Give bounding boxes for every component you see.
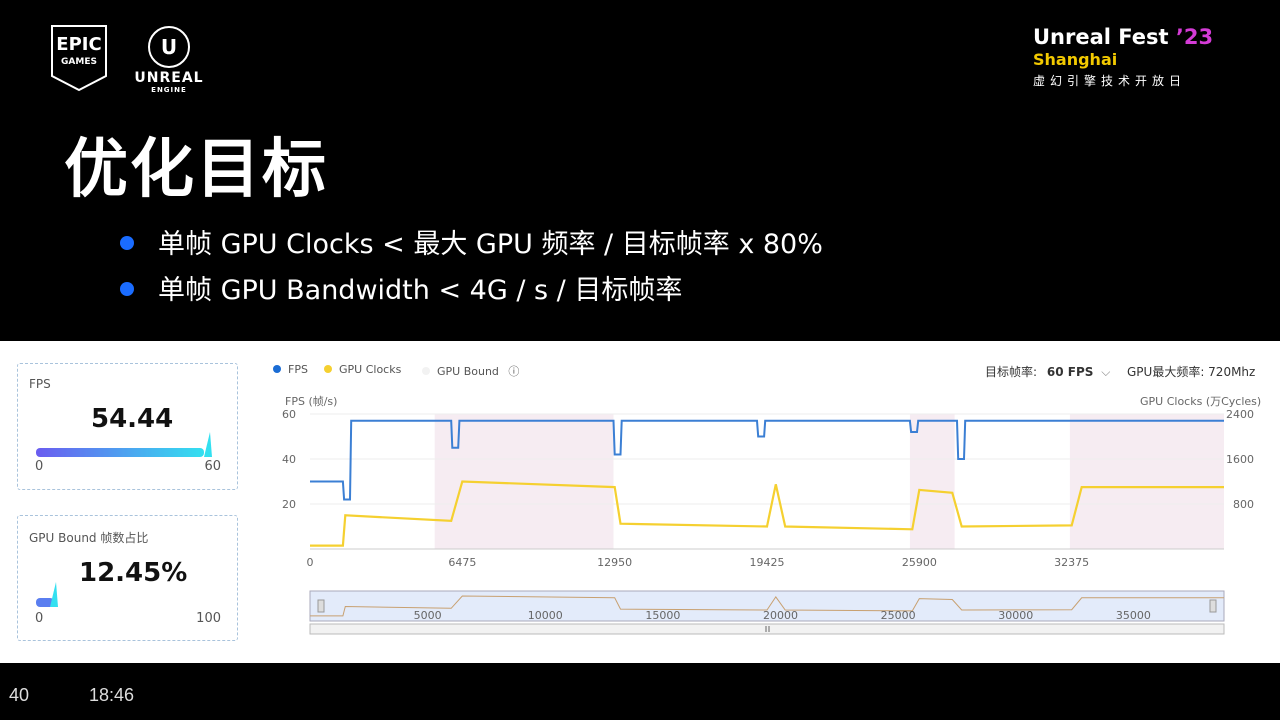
gpu-bound-band [1069,414,1224,549]
overview-tick-label: 10000 [528,609,563,622]
unreal-engine-logo: U UNREAL ENGINE [128,26,210,94]
legend-label: FPS [288,363,308,376]
event-city: Shanghai [1033,50,1118,69]
profiler-panel: FPS 54.44 0 60 GPU Bound 帧数占比 12.45% 0 1… [0,341,1280,663]
fps-max: 60 [204,459,221,474]
y-left-tick-label: 40 [282,453,296,466]
epic-logo-text: EPIC [56,34,102,55]
chevron-down-icon: ⌵ [1101,365,1111,379]
legend-label: GPU Clocks [339,363,402,376]
slide-title: 优化目标 [64,133,328,207]
fps-card-label: FPS [29,377,51,391]
bullet-item: 单帧 GPU Bandwidth < 4G / s / 目标帧率 [120,268,682,307]
y-left-tick-label: 60 [282,408,296,421]
legend-fps[interactable]: FPS [273,363,308,376]
event-badge: Unreal Fest ’23 Shanghai 虚幻引擎技术开放日 [1033,24,1213,92]
range-handle-left[interactable] [317,599,325,613]
unreal-logo-subtext: ENGINE [151,86,187,94]
legend-gpu-clocks[interactable]: GPU Clocks [324,363,401,376]
x-tick-label: 0 [307,556,314,569]
gpu-bound-max: 100 [196,611,221,626]
timeline-chart[interactable]: 60 40 20 2400 1600 800 0 6475 12950 19425 25900 323… [270,401,1270,641]
overview-tick-label: 20000 [763,609,798,622]
event-subtitle: 虚幻引擎技术开放日 [1033,74,1187,88]
horizontal-scrollbar[interactable] [309,623,1225,635]
legend-label: GPU Bound [437,365,499,378]
fps-legend-dot-icon [273,365,281,373]
x-tick-label: 19425 [750,556,785,569]
unreal-logo-text: UNREAL [134,70,204,86]
overview-tick-label: 5000 [414,609,442,622]
target-fps-label: 目标帧率: [985,365,1038,379]
bullet-dot-icon [120,235,134,250]
y-right-tick-label: 2400 [1226,408,1254,421]
y-left-tick-label: 20 [282,498,296,511]
unreal-u-icon: U [148,26,190,68]
bullet-text: 单帧 GPU Clocks < 最大 GPU 频率 / 目标帧率 x 80% [158,229,823,260]
fps-min: 0 [35,459,44,474]
gpu-bound-band [909,414,955,549]
event-name: Unreal Fest [1033,25,1169,49]
epic-games-logo: EPIC GAMES [50,24,108,92]
y-right-tick-label: 1600 [1226,453,1254,466]
epic-logo-subtext: GAMES [61,57,97,67]
gpu-max-frequency: GPU最大频率: 720Mhz [1127,365,1256,379]
gpu-bound-gauge [36,582,58,607]
fps-card: FPS 54.44 0 60 [17,363,238,490]
overview-tick-label: 25000 [881,609,916,622]
x-tick-label: 32375 [1054,556,1089,569]
overview-tick-label: 30000 [998,609,1033,622]
x-tick-label: 12950 [597,556,632,569]
target-fps-value: 60 FPS [1046,365,1094,379]
info-icon[interactable]: ⓘ [508,365,519,378]
fps-gauge [36,432,212,457]
y-right-tick-label: 800 [1233,498,1254,511]
legend-gpu-bound[interactable]: GPU Bound ⓘ [422,363,519,379]
gpu-bound-card: GPU Bound 帧数占比 12.45% 0 100 [17,515,238,641]
overview-tick-label: 15000 [645,609,680,622]
overview-tick-label: 35000 [1116,609,1151,622]
bullet-item: 单帧 GPU Clocks < 最大 GPU 频率 / 目标帧率 x 80% [120,222,823,261]
bullet-text: 单帧 GPU Bandwidth < 4G / s / 目标帧率 [158,275,683,306]
event-year: ’23 [1175,25,1214,49]
range-handle-right[interactable] [1209,599,1217,613]
gpu-bound-min: 0 [35,611,44,626]
gpu-bound-card-label: GPU Bound 帧数占比 [29,531,149,545]
x-tick-label: 6475 [448,556,476,569]
x-tick-label: 25900 [902,556,937,569]
time-display: 18:46 [89,685,135,705]
bullet-dot-icon [120,281,134,296]
page-number: 40 [9,685,30,705]
target-fps-select[interactable]: 目标帧率: 60 FPS ⌵ [985,363,1110,380]
gpu-clocks-legend-dot-icon [324,365,332,373]
gpu-bound-legend-dot-icon [422,367,430,375]
gpu-bound-value: 12.45% [79,558,188,588]
